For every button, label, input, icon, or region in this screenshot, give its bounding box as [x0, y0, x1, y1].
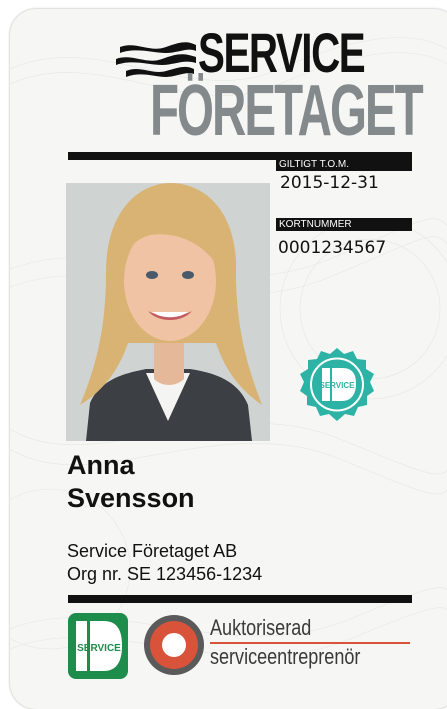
- seal-text: SERVICE: [320, 381, 356, 390]
- logo-foretaget-text: FÖRETAGET: [150, 71, 424, 151]
- authorized-line2: serviceentreprenör: [210, 644, 361, 669]
- authorized-ring-icon: [144, 615, 204, 675]
- holder-name: Anna Svensson: [67, 449, 195, 515]
- authorized-line1: Auktoriserad: [210, 615, 312, 640]
- authorized-underline: [210, 642, 410, 644]
- company-info: Service Företaget AB Org nr. SE 123456-1…: [67, 540, 262, 586]
- bottom-divider: [68, 595, 412, 603]
- service-id-card: SERVICE FÖRETAGET GILTIGT T.O.M. 2015-12…: [10, 9, 447, 709]
- holder-last-name: Svensson: [67, 483, 195, 513]
- service-seal-icon: SERVICE: [300, 348, 374, 421]
- id-badge-text: SERVICE: [77, 643, 121, 654]
- service-id-badge-icon: SERVICE: [68, 613, 128, 679]
- card-number-value: 0001234567: [278, 238, 387, 258]
- card-number-label: KORTNUMMER: [276, 218, 412, 231]
- valid-until-value: 2015-12-31: [280, 173, 379, 193]
- holder-photo: [66, 183, 270, 441]
- company-org-number: Org nr. SE 123456-1234: [67, 564, 263, 584]
- company-name: Service Företaget AB: [67, 541, 238, 561]
- valid-until-label: GILTIGT T.O.M.: [276, 158, 412, 171]
- holder-first-name: Anna: [67, 450, 135, 480]
